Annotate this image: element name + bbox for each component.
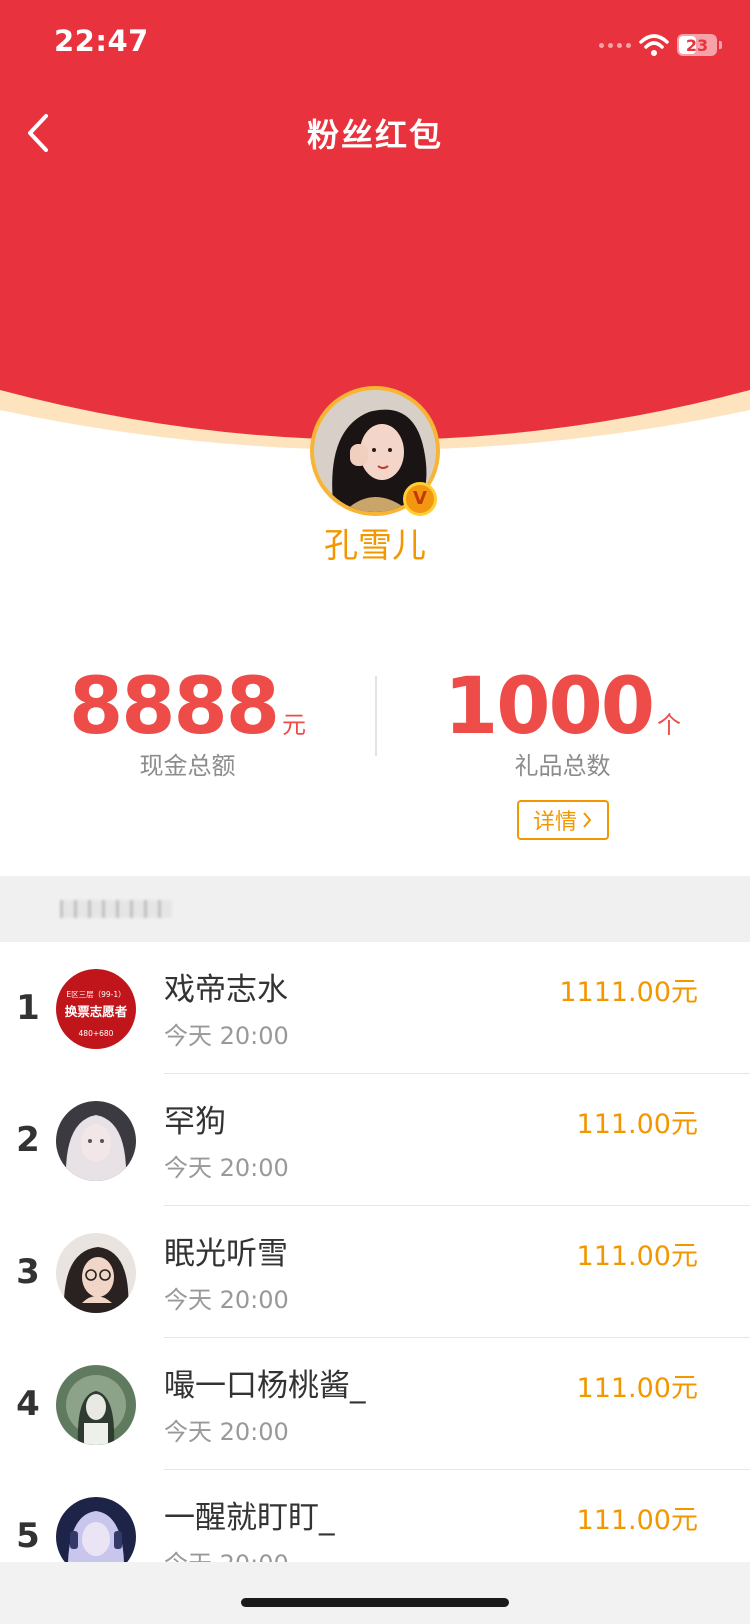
rank-number: 1 bbox=[16, 988, 40, 1028]
list-item[interactable]: 3 眠光听雪 今天 20:00 111.00元 bbox=[0, 1206, 750, 1338]
record-time: 今天 20:00 bbox=[164, 1418, 289, 1446]
verified-badge-icon: V bbox=[403, 482, 437, 516]
user-avatar[interactable] bbox=[56, 1233, 136, 1313]
user-avatar[interactable]: E区三层（99-1） 换票志愿者 480+680 bbox=[56, 969, 136, 1049]
gift-total-unit: 个 bbox=[657, 711, 682, 739]
battery-cap bbox=[719, 41, 722, 49]
detail-button[interactable]: 详情 bbox=[517, 800, 609, 840]
status-time: 22:47 bbox=[54, 24, 149, 58]
avatar-text-line1: E区三层（99-1） bbox=[66, 990, 125, 999]
record-time: 今天 20:00 bbox=[164, 1154, 289, 1182]
gift-total-label: 礼品总数 bbox=[514, 752, 611, 780]
page-title: 粉丝红包 bbox=[306, 116, 443, 154]
list-item[interactable]: 4 嘬一口杨桃酱_ 今天 20:00 111.00元 bbox=[0, 1338, 750, 1470]
chevron-right-icon bbox=[583, 812, 592, 828]
cash-total-unit: 元 bbox=[282, 711, 307, 739]
records-list: 1 E区三层（99-1） 换票志愿者 480+680 戏帝志水 今天 20:00… bbox=[0, 942, 750, 1602]
wifi-icon bbox=[639, 34, 669, 56]
list-item[interactable]: 1 E区三层（99-1） 换票志愿者 480+680 戏帝志水 今天 20:00… bbox=[0, 942, 750, 1074]
user-name: 罕狗 bbox=[164, 1104, 226, 1140]
list-item[interactable]: 2 罕狗 今天 20:00 111.00元 bbox=[0, 1074, 750, 1206]
record-amount: 111.00元 bbox=[576, 1505, 698, 1536]
rank-number: 2 bbox=[16, 1120, 40, 1160]
cash-total-stat: 8888 元 现金总额 bbox=[0, 662, 375, 781]
gift-total-value: 1000 bbox=[443, 662, 655, 752]
cash-total-value: 8888 bbox=[68, 662, 280, 752]
avatar-text-line2: 换票志愿者 bbox=[65, 1004, 128, 1019]
user-avatar[interactable] bbox=[56, 1365, 136, 1445]
user-avatar[interactable] bbox=[56, 1101, 136, 1181]
battery-level: 23 bbox=[685, 35, 709, 55]
cellular-signal-icon bbox=[599, 42, 631, 48]
cash-total-label: 现金总额 bbox=[139, 752, 236, 780]
user-avatar-image bbox=[56, 1365, 136, 1445]
host-name: 孔雪儿 bbox=[324, 526, 426, 566]
obscured-section-label bbox=[60, 900, 172, 918]
bottom-safe-area bbox=[0, 1562, 750, 1624]
record-time: 今天 20:00 bbox=[164, 1286, 289, 1314]
record-amount: 111.00元 bbox=[576, 1373, 698, 1404]
record-amount: 111.00元 bbox=[576, 1241, 698, 1272]
rank-number: 4 bbox=[16, 1384, 40, 1424]
record-time: 今天 20:00 bbox=[164, 1022, 289, 1050]
user-avatar-image bbox=[56, 1233, 136, 1313]
battery-icon: 23 bbox=[677, 34, 717, 56]
rank-number: 3 bbox=[16, 1252, 40, 1292]
detail-button-label: 详情 bbox=[532, 810, 577, 835]
user-name: 一醒就盯盯_ bbox=[164, 1500, 335, 1536]
record-amount: 1111.00元 bbox=[559, 977, 698, 1008]
user-avatar-image bbox=[56, 1101, 136, 1181]
avatar-text-line3: 480+680 bbox=[79, 1029, 114, 1038]
home-indicator[interactable] bbox=[241, 1598, 509, 1607]
user-avatar-image: E区三层（99-1） 换票志愿者 480+680 bbox=[56, 969, 136, 1049]
user-name: 戏帝志水 bbox=[164, 972, 288, 1008]
user-name: 嘬一口杨桃酱_ bbox=[164, 1368, 366, 1404]
list-section-header bbox=[0, 876, 750, 942]
rank-number: 5 bbox=[16, 1516, 40, 1556]
gift-total-stat: 1000 个 礼品总数 bbox=[375, 662, 750, 781]
user-name: 眠光听雪 bbox=[164, 1236, 288, 1272]
record-amount: 111.00元 bbox=[576, 1109, 698, 1140]
status-icons: 23 bbox=[599, 30, 722, 60]
